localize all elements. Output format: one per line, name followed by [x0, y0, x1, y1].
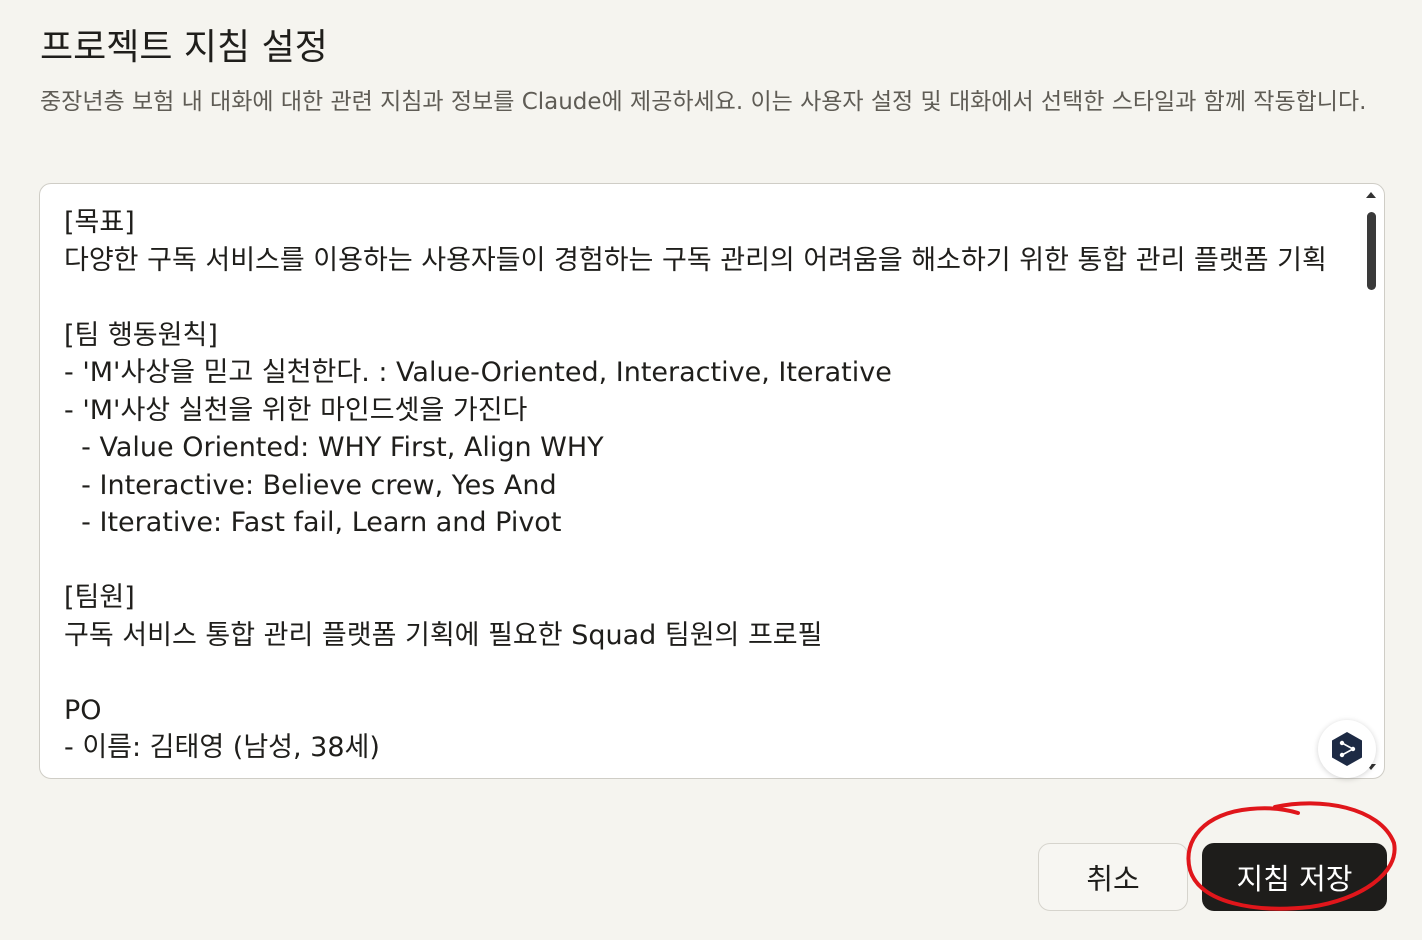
scroll-up-arrow-icon[interactable] [1366, 192, 1376, 198]
instructions-textarea[interactable]: [목표] 다양한 구독 서비스를 이용하는 사용자들이 경험하는 구독 관리의 … [39, 183, 1385, 779]
save-instructions-button[interactable]: 지침 저장 [1202, 843, 1387, 911]
scrollbar-thumb[interactable] [1367, 212, 1376, 290]
dialog-title: 프로젝트 지침 설정 [40, 27, 328, 68]
project-instructions-dialog: 프로젝트 지침 설정 중장년층 보험 내 대화에 대한 관련 지침과 정보를 C… [0, 0, 1422, 940]
floating-share-button[interactable] [1318, 720, 1376, 778]
share-nodes-icon [1332, 732, 1362, 766]
dialog-description: 중장년층 보험 내 대화에 대한 관련 지침과 정보를 Claude에 제공하세… [40, 89, 1367, 115]
instructions-text[interactable]: [목표] 다양한 구독 서비스를 이용하는 사용자들이 경험하는 구독 관리의 … [64, 204, 1334, 767]
cancel-button[interactable]: 취소 [1038, 843, 1188, 911]
scrollbar[interactable] [1364, 190, 1378, 772]
